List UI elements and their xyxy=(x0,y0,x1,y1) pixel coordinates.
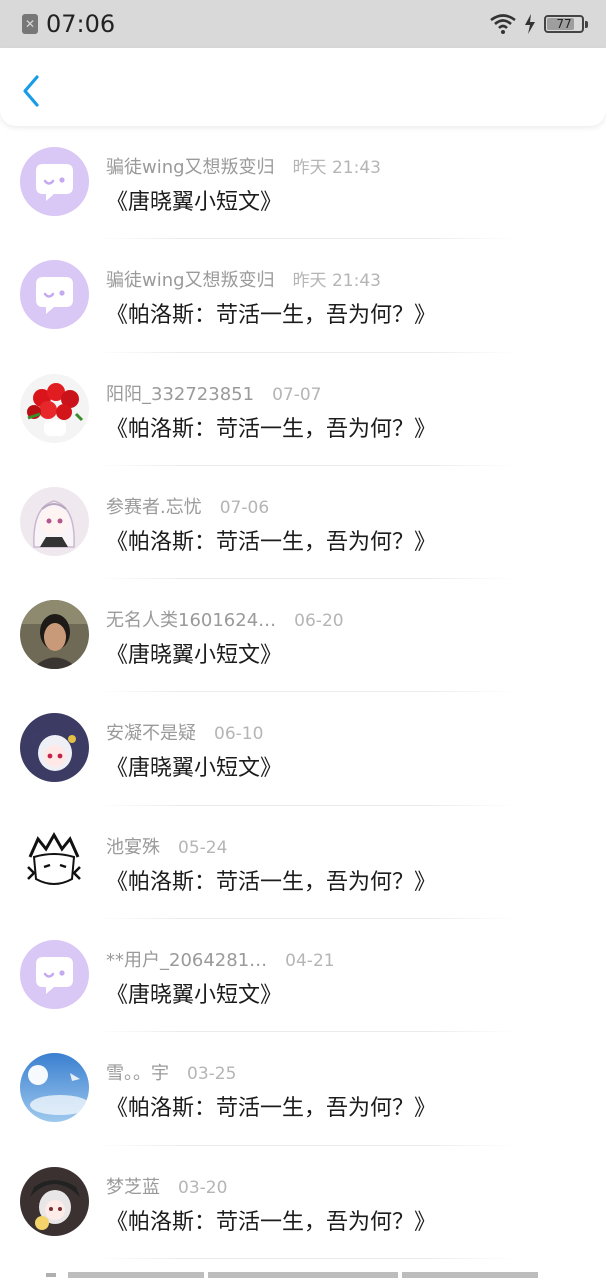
status-bar: ✕ 07:06 77 xyxy=(0,0,606,48)
status-icons: 77 xyxy=(490,14,588,34)
username[interactable]: 阳阳_332723851 xyxy=(106,380,254,406)
list-item[interactable]: **用户_2064281… 04-21 《唐晓翼小短文》 xyxy=(0,919,606,1033)
roses-photo-icon xyxy=(20,373,89,443)
manga-avatar-icon xyxy=(20,826,89,896)
chat-bubble-icon xyxy=(20,940,89,1010)
username[interactable]: 梦芝蓝 xyxy=(106,1173,160,1199)
timestamp: 昨天 21:43 xyxy=(292,158,381,178)
status-time: 07:06 xyxy=(46,10,116,38)
message-title[interactable]: 《唐晓翼小短文》 xyxy=(106,750,282,782)
avatar[interactable] xyxy=(20,1166,89,1236)
list-item[interactable]: 雪。。宇 03-25 《帕洛斯：苛活一生，吾为何？》 xyxy=(0,1032,606,1146)
timestamp: 06-10 xyxy=(214,724,264,745)
partial-bar xyxy=(402,1272,538,1278)
message-title[interactable]: 《唐晓翼小短文》 xyxy=(106,184,282,216)
wifi-icon xyxy=(490,14,516,34)
partial-next-row xyxy=(46,1272,538,1278)
username[interactable]: 骗徒wing又想叛变归 xyxy=(106,266,275,292)
message-title[interactable]: 《帕洛斯：苛活一生，吾为何？》 xyxy=(106,864,436,896)
partial-bar xyxy=(68,1272,204,1278)
anime-avatar-icon xyxy=(20,486,89,556)
anime-avatar-icon xyxy=(20,1166,89,1236)
avatar[interactable] xyxy=(20,486,89,556)
partial-marker xyxy=(46,1273,56,1277)
avatar[interactable] xyxy=(20,826,89,896)
message-title[interactable]: 《唐晓翼小短文》 xyxy=(106,637,282,669)
timestamp: 05-24 xyxy=(178,837,228,858)
anime-avatar-icon xyxy=(20,713,89,783)
chat-bubble-icon xyxy=(20,147,89,216)
avatar[interactable] xyxy=(20,260,89,330)
list-item[interactable]: 梦芝蓝 03-20 《帕洛斯：苛活一生，吾为何？》 xyxy=(0,1146,606,1259)
app-header xyxy=(0,48,606,126)
person-photo-icon xyxy=(20,600,89,670)
message-title[interactable]: 《帕洛斯：苛活一生，吾为何？》 xyxy=(106,297,436,329)
username[interactable]: **用户_2064281… xyxy=(106,946,267,972)
divider xyxy=(96,1257,516,1259)
username[interactable]: 参赛者.忘忧 xyxy=(106,493,202,519)
list-item[interactable]: 参赛者.忘忧 07-06 《帕洛斯：苛活一生，吾为何？》 xyxy=(0,466,606,580)
message-title[interactable]: 《唐晓翼小短文》 xyxy=(106,977,282,1009)
avatar[interactable] xyxy=(20,713,89,783)
avatar[interactable] xyxy=(20,600,89,670)
no-sim-icon: ✕ xyxy=(22,14,38,34)
username[interactable]: 安凝不是疑 xyxy=(106,719,196,745)
avatar[interactable] xyxy=(20,1053,89,1123)
message-title[interactable]: 《帕洛斯：苛活一生，吾为何？》 xyxy=(106,1204,436,1236)
timestamp: 04-21 xyxy=(285,951,335,972)
list-item[interactable]: 骗徒wing又想叛变归 昨天 21:43 《唐晓翼小短文》 xyxy=(0,126,606,240)
back-button[interactable] xyxy=(20,74,44,108)
message-title[interactable]: 《帕洛斯：苛活一生，吾为何？》 xyxy=(106,524,436,556)
avatar[interactable] xyxy=(20,940,89,1010)
sky-photo-icon xyxy=(20,1053,89,1123)
partial-bar xyxy=(208,1272,398,1278)
chevron-left-icon xyxy=(23,75,39,107)
list-item[interactable]: 骗徒wing又想叛变归 昨天 21:43 《帕洛斯：苛活一生，吾为何？》 xyxy=(0,239,606,353)
timestamp: 03-25 xyxy=(187,1064,237,1085)
username[interactable]: 骗徒wing又想叛变归 xyxy=(106,153,275,179)
timestamp: 03-20 xyxy=(178,1177,228,1198)
username[interactable]: 雪。。宇 xyxy=(106,1059,169,1085)
message-list: 骗徒wing又想叛变归 昨天 21:43 《唐晓翼小短文》 骗徒wing又想叛变… xyxy=(0,126,606,1259)
avatar[interactable] xyxy=(20,373,89,443)
charging-bolt-icon xyxy=(524,14,536,34)
username[interactable]: 无名人类1601624… xyxy=(106,606,276,632)
message-title[interactable]: 《帕洛斯：苛活一生，吾为何？》 xyxy=(106,1090,436,1122)
chat-bubble-icon xyxy=(20,260,89,330)
list-item[interactable]: 无名人类1601624… 06-20 《唐晓翼小短文》 xyxy=(0,579,606,693)
timestamp: 07-07 xyxy=(272,384,322,405)
battery-icon: 77 xyxy=(544,15,588,33)
list-item[interactable]: 池宴殊 05-24 《帕洛斯：苛活一生，吾为何？》 xyxy=(0,806,606,920)
battery-level: 77 xyxy=(556,17,572,31)
timestamp: 06-20 xyxy=(294,611,344,632)
avatar[interactable] xyxy=(20,147,89,216)
list-item[interactable]: 安凝不是疑 06-10 《唐晓翼小短文》 xyxy=(0,692,606,806)
username[interactable]: 池宴殊 xyxy=(106,833,160,859)
timestamp: 昨天 21:43 xyxy=(292,271,381,292)
timestamp: 07-06 xyxy=(219,497,270,518)
list-item[interactable]: 阳阳_332723851 07-07 《帕洛斯：苛活一生，吾为何？》 xyxy=(0,353,606,466)
message-title[interactable]: 《帕洛斯：苛活一生，吾为何？》 xyxy=(106,411,436,443)
